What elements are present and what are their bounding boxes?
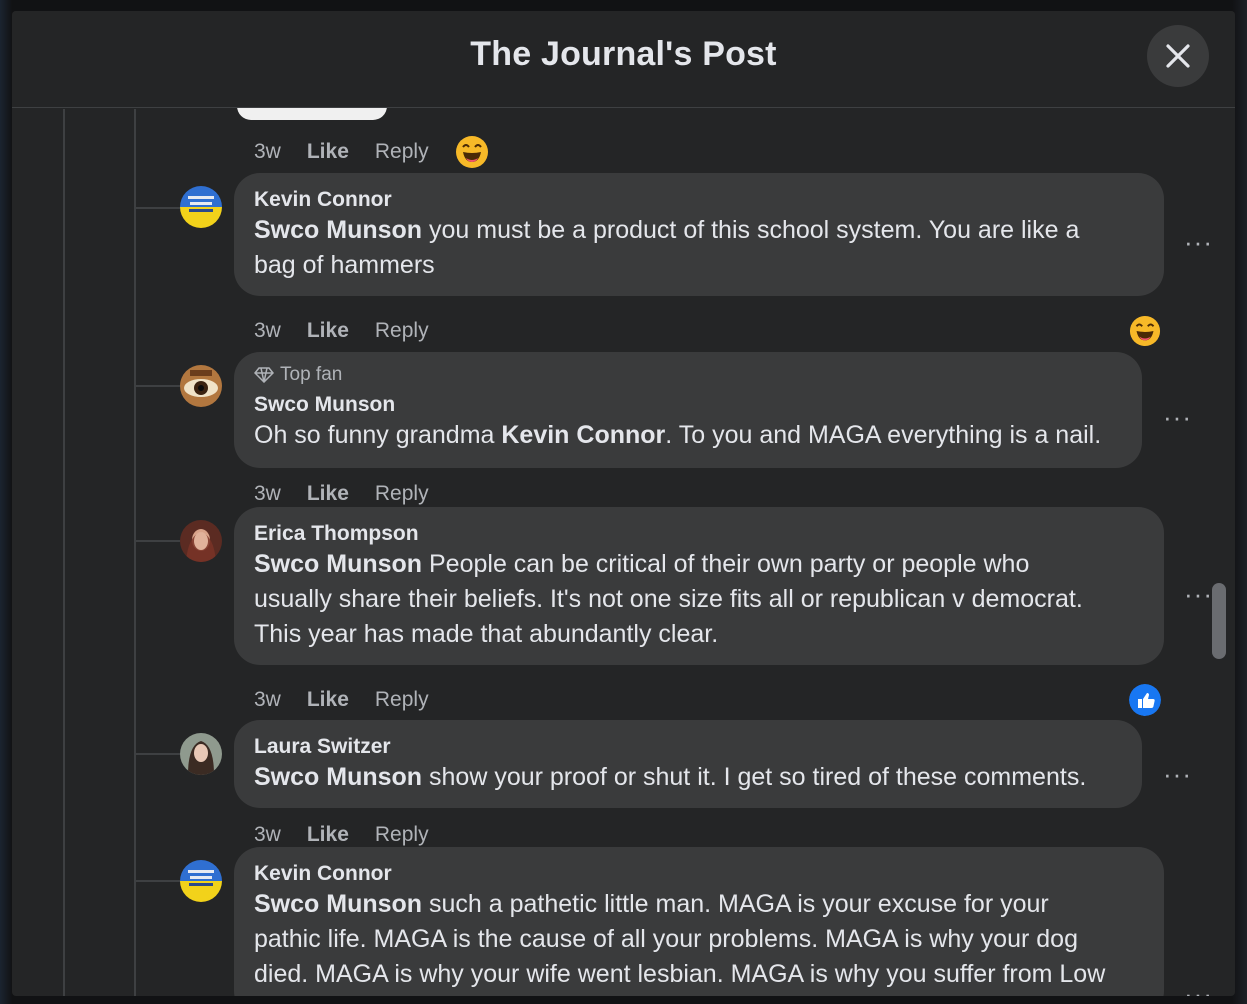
reply-link[interactable]: Reply: [375, 823, 429, 847]
timestamp[interactable]: 3w: [254, 823, 281, 847]
comment-options-button[interactable]: ···: [1184, 229, 1213, 255]
comment-text-line: such a pathetic little man. MAGA is your…: [422, 890, 1049, 918]
like-reaction-icon[interactable]: [1129, 684, 1161, 716]
reply-link[interactable]: Reply: [375, 319, 429, 343]
mention-link[interactable]: Swco Munson: [254, 763, 422, 791]
profile-photo-icon: [180, 520, 222, 562]
comment-meta: 3w Like Reply: [254, 319, 429, 343]
comment-text-line: you must be a product of this school sys…: [422, 216, 1080, 244]
comment-bubble: Kevin Connor Swco Munson such a pathetic…: [234, 847, 1164, 996]
comment-options-button[interactable]: ···: [1184, 581, 1213, 607]
comment-meta: 3w Like Reply: [254, 688, 429, 712]
comment-options-button[interactable]: ···: [1163, 761, 1192, 787]
ukraine-badge-avatar-icon: [180, 860, 222, 902]
like-link[interactable]: Like: [307, 688, 349, 712]
reply-link[interactable]: Reply: [375, 482, 429, 506]
haha-reaction-icon[interactable]: [455, 135, 489, 169]
mention-link[interactable]: Swco Munson: [254, 890, 422, 918]
branch-connector: [136, 540, 180, 542]
profile-photo-icon: [180, 733, 222, 775]
branch-connector: [136, 753, 180, 755]
thread-line-outer: [63, 109, 65, 996]
comment-text-line: died. MAGA is why your wife went lesbian…: [254, 960, 1106, 988]
avatar[interactable]: [180, 365, 222, 407]
comment-options-button[interactable]: ···: [1184, 981, 1213, 996]
reply-link[interactable]: Reply: [375, 688, 429, 712]
top-fan-badge: Top fan: [254, 364, 1122, 386]
avatar[interactable]: [180, 186, 222, 228]
branch-connector: [136, 880, 180, 882]
comment-author[interactable]: Laura Switzer: [254, 734, 1122, 760]
like-link[interactable]: Like: [307, 823, 349, 847]
dialog-title: The Journal's Post: [470, 35, 777, 73]
comment-bubble: Laura Switzer Swco Munson show your proo…: [234, 720, 1142, 808]
comment-author[interactable]: Kevin Connor: [254, 861, 1144, 887]
comment-text: Swco Munson you must be a product of thi…: [254, 213, 1144, 283]
avatar[interactable]: [180, 733, 222, 775]
previous-comment-meta: 3w Like Reply: [254, 135, 489, 169]
like-link[interactable]: Like: [307, 482, 349, 506]
avatar[interactable]: [180, 520, 222, 562]
post-dialog: The Journal's Post 3w Like Reply Kevin C…: [12, 11, 1235, 996]
ukraine-badge-avatar-icon: [180, 186, 222, 228]
timestamp[interactable]: 3w: [254, 482, 281, 506]
comment-bubble: Kevin Connor Swco Munson you must be a p…: [234, 173, 1164, 296]
comment-text-line: People can be critical of their own part…: [422, 550, 1030, 578]
avatar[interactable]: [180, 860, 222, 902]
branch-connector: [136, 207, 180, 209]
mention-link[interactable]: Kevin Connor: [501, 421, 665, 449]
comment-text-line: pathic life. MAGA is the cause of all yo…: [254, 925, 1078, 953]
badge-label: Top fan: [280, 364, 343, 385]
comment-text-line: This year has made that abundantly clear…: [254, 620, 719, 648]
branch-connector: [136, 385, 180, 387]
comment-meta: 3w Like Reply: [254, 482, 429, 506]
comment-text-line: Oh so funny grandma: [254, 421, 502, 449]
comment-author[interactable]: Kevin Connor: [254, 187, 1144, 213]
mention-link[interactable]: Swco Munson: [254, 216, 422, 244]
like-link[interactable]: Like: [307, 319, 349, 343]
timestamp[interactable]: 3w: [254, 319, 281, 343]
thread-line-inner: [134, 109, 136, 996]
timestamp[interactable]: 3w: [254, 140, 281, 164]
mention-link[interactable]: Swco Munson: [254, 550, 422, 578]
comment-options-button[interactable]: ···: [1163, 404, 1192, 430]
comment-bubble: Top fan Swco Munson Oh so funny grandma …: [234, 352, 1142, 468]
comment-text: Swco Munson show your proof or shut it. …: [254, 760, 1122, 795]
like-link[interactable]: Like: [307, 140, 349, 164]
comment-text: Swco Munson such a pathetic little man. …: [254, 887, 1144, 992]
comment-text-line: bag of hammers: [254, 251, 435, 279]
comment-author[interactable]: Erica Thompson: [254, 521, 1144, 547]
close-button[interactable]: [1147, 25, 1209, 87]
comment-text-line: usually share their beliefs. It's not on…: [254, 585, 1083, 613]
timestamp[interactable]: 3w: [254, 688, 281, 712]
comment-author[interactable]: Swco Munson: [254, 392, 1122, 418]
comment-bubble: Erica Thompson Swco Munson People can be…: [234, 507, 1164, 665]
comment-meta: 3w Like Reply: [254, 823, 429, 847]
haha-reaction-icon[interactable]: [1129, 315, 1161, 347]
dialog-header: The Journal's Post: [12, 11, 1235, 108]
comment-text-line: show your proof or shut it. I get so tir…: [422, 763, 1087, 791]
comment-text: Oh so funny grandma Kevin Connor. To you…: [254, 418, 1122, 453]
eye-avatar-icon: [180, 365, 222, 407]
comment-text-line: . To you and MAGA everything is a nail.: [665, 421, 1102, 449]
close-icon: [1166, 44, 1190, 68]
reply-link[interactable]: Reply: [375, 140, 429, 164]
diamond-icon: [254, 367, 274, 383]
comment-text: Swco Munson People can be critical of th…: [254, 547, 1144, 652]
comments-thread: 3w Like Reply Kevin Connor Swco Munson y…: [12, 101, 1235, 996]
scrollbar-thumb[interactable]: [1212, 583, 1226, 659]
